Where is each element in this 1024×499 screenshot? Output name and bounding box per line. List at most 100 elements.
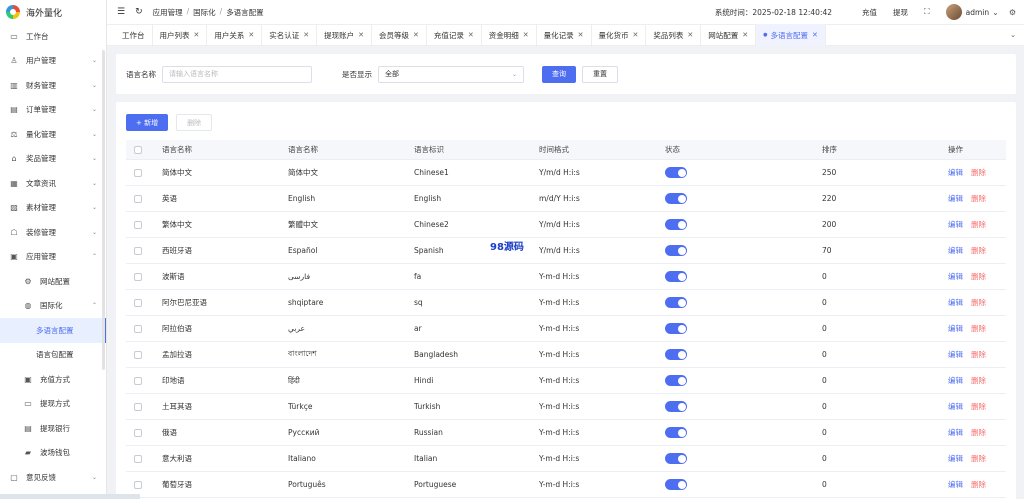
is-show-select[interactable]: 全部 ⌄ [378, 65, 524, 83]
status-toggle[interactable] [665, 297, 687, 308]
status-toggle[interactable] [665, 479, 687, 490]
row-checkbox[interactable] [134, 402, 142, 411]
close-icon[interactable]: ✕ [812, 31, 818, 39]
sidebar-item[interactable]: ▦ 文章资讯 ⌄ [0, 171, 106, 196]
delete-link[interactable]: 删除 [971, 324, 986, 333]
status-toggle[interactable] [665, 219, 687, 230]
tab[interactable]: 实名认证 ✕ [262, 24, 318, 46]
query-button[interactable]: 查询 [542, 65, 576, 83]
tab[interactable]: 用户列表 ✕ [153, 24, 208, 46]
sidebar-item[interactable]: ▤ 订单管理 ⌄ [0, 98, 106, 123]
sidebar-item[interactable]: ◍ 国际化 ⌃ [0, 294, 106, 319]
sidebar-scrollbar[interactable] [102, 50, 105, 370]
sidebar-item[interactable]: ⚙ 网站配置 [0, 269, 106, 294]
avatar[interactable] [945, 4, 962, 20]
status-toggle[interactable] [665, 349, 687, 360]
row-checkbox[interactable] [134, 428, 142, 437]
tab[interactable]: 工作台 [117, 24, 153, 46]
row-checkbox[interactable] [134, 376, 142, 385]
edit-link[interactable]: 编辑 [948, 168, 963, 177]
delete-link[interactable]: 删除 [971, 220, 986, 229]
row-checkbox[interactable] [134, 194, 142, 203]
edit-link[interactable]: 编辑 [948, 324, 963, 333]
recharge-link[interactable]: 充值 [862, 7, 877, 18]
sidebar-item[interactable]: ▥ 财务管理 ⌄ [0, 73, 106, 98]
status-toggle[interactable] [665, 427, 687, 438]
row-checkbox[interactable] [134, 324, 142, 333]
row-checkbox[interactable] [134, 168, 142, 177]
status-toggle[interactable] [665, 453, 687, 464]
delete-link[interactable]: 删除 [971, 298, 986, 307]
edit-link[interactable]: 编辑 [948, 298, 963, 307]
delete-link[interactable]: 删除 [971, 272, 986, 281]
tab[interactable]: 量化货币 ✕ [592, 24, 647, 46]
edit-link[interactable]: 编辑 [948, 272, 963, 281]
edit-link[interactable]: 编辑 [948, 246, 963, 255]
delete-link[interactable]: 删除 [971, 168, 986, 177]
menu-toggle-icon[interactable]: ☰ [117, 7, 125, 17]
language-name-input[interactable]: 请输入语言名称 [162, 65, 312, 83]
reset-button[interactable]: 重置 [582, 65, 618, 83]
sidebar-item[interactable]: ▰ 波场钱包 [0, 441, 106, 466]
delete-link[interactable]: 删除 [971, 376, 986, 385]
sidebar-item[interactable]: ▣ 应用管理 ⌃ [0, 245, 106, 270]
username[interactable]: admin [966, 8, 990, 17]
sidebar-item[interactable]: ▭ 提现方式 [0, 392, 106, 417]
delete-link[interactable]: 删除 [971, 194, 986, 203]
edit-link[interactable]: 编辑 [948, 376, 963, 385]
edit-link[interactable]: 编辑 [948, 402, 963, 411]
edit-link[interactable]: 编辑 [948, 350, 963, 359]
row-checkbox[interactable] [134, 220, 142, 229]
close-icon[interactable]: ✕ [194, 31, 200, 39]
delete-link[interactable]: 删除 [971, 246, 986, 255]
close-icon[interactable]: ✕ [687, 31, 693, 39]
close-icon[interactable]: ✕ [578, 31, 584, 39]
close-icon[interactable]: ✕ [633, 31, 639, 39]
select-all-checkbox[interactable] [134, 145, 142, 154]
edit-link[interactable]: 编辑 [948, 454, 963, 463]
edit-link[interactable]: 编辑 [948, 220, 963, 229]
close-icon[interactable]: ✕ [523, 31, 529, 39]
delete-link[interactable]: 删除 [971, 402, 986, 411]
status-toggle[interactable] [665, 193, 687, 204]
tab[interactable]: 会员等级 ✕ [372, 24, 427, 46]
status-toggle[interactable] [665, 375, 687, 386]
close-icon[interactable]: ✕ [413, 31, 419, 39]
row-checkbox[interactable] [134, 480, 142, 489]
close-icon[interactable]: ✕ [248, 31, 254, 39]
delete-link[interactable]: 删除 [971, 350, 986, 359]
row-checkbox[interactable] [134, 454, 142, 463]
tab[interactable]: 充值记录 ✕ [427, 24, 482, 46]
batch-delete-button[interactable]: 删除 [176, 114, 213, 131]
row-checkbox[interactable] [134, 246, 142, 255]
status-toggle[interactable] [665, 167, 687, 178]
refresh-icon[interactable]: ↻ [135, 7, 143, 17]
tab[interactable]: 量化记录 ✕ [537, 24, 592, 46]
edit-link[interactable]: 编辑 [948, 480, 963, 489]
tabs-dropdown-icon[interactable]: ⌄ [1010, 31, 1016, 39]
status-toggle[interactable] [665, 401, 687, 412]
breadcrumb-item[interactable]: 国际化 [193, 7, 216, 18]
sidebar-item[interactable]: 多语言配置 [0, 318, 106, 343]
status-toggle[interactable] [665, 271, 687, 282]
sidebar-item[interactable]: ▢ 意见反馈 ⌄ [0, 465, 106, 490]
sidebar-item[interactable]: ▭ 工作台 [0, 24, 106, 49]
chevron-down-icon[interactable]: ⌄ [992, 8, 999, 17]
sidebar-item[interactable]: ▨ 素材管理 ⌄ [0, 196, 106, 221]
delete-link[interactable]: 删除 [971, 428, 986, 437]
tab[interactable]: 网站配置 ✕ [701, 24, 757, 46]
row-checkbox[interactable] [134, 298, 142, 307]
edit-link[interactable]: 编辑 [948, 194, 963, 203]
tab[interactable]: 资金明细 ✕ [482, 24, 537, 46]
sidebar-item[interactable]: ⚖ 量化管理 ⌄ [0, 122, 106, 147]
sidebar-item[interactable]: 语言包配置 [0, 343, 106, 368]
tab[interactable]: ● 多语言配置 ✕ [756, 24, 826, 46]
tab[interactable]: 用户关系 ✕ [207, 24, 263, 46]
delete-link[interactable]: 删除 [971, 480, 986, 489]
close-icon[interactable]: ✕ [303, 31, 309, 39]
gear-icon[interactable]: ⚙ [1009, 8, 1016, 17]
close-icon[interactable]: ✕ [742, 31, 748, 39]
add-button[interactable]: + 新增 [126, 114, 169, 131]
row-checkbox[interactable] [134, 272, 142, 281]
close-icon[interactable]: ✕ [468, 31, 474, 39]
